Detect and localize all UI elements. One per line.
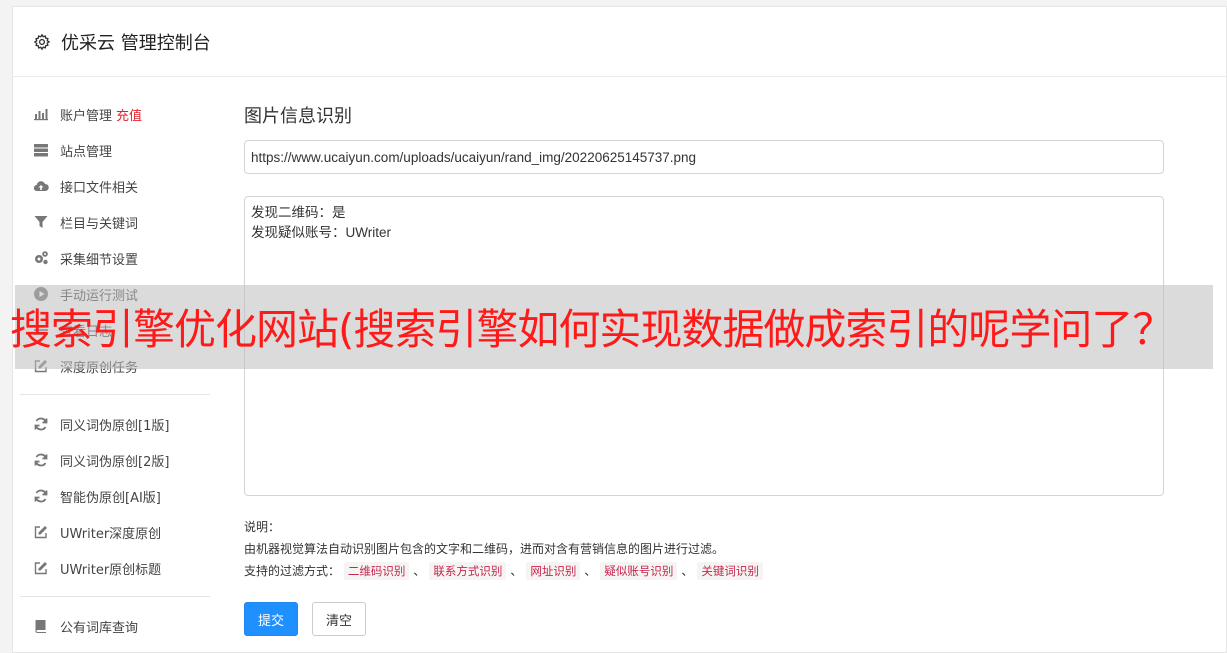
sidebar-item[interactable]: 同义词伪原创[1版] [20,406,210,442]
sidebar-item[interactable]: UWriter深度原创 [20,514,210,550]
main-content: 图片信息识别 发现二维码：是 发现疑似账号：UWriter 说明： 由机器视觉算… [244,96,1164,636]
gear-icon [33,33,51,50]
sidebar-item-label: 智能伪原创[AI版] [60,490,161,506]
sidebar-item-label: 采集细节设置 [60,252,139,268]
sidebar-item[interactable]: 智能伪原创[AI版] [20,478,210,514]
sidebar-item-label: UWriter深度原创 [60,526,162,542]
bar-chart-icon [32,106,50,122]
filter-label: 支持的过滤方式： [244,564,341,578]
sidebar-item-label: 同义词伪原创[1版] [60,418,170,434]
sidebar: 账户管理充值站点管理接口文件相关栏目与关键词采集细节设置手动运行测试查看日志深度… [20,96,210,644]
sidebar-item[interactable]: 接口文件相关 [20,168,210,204]
clear-button[interactable]: 清空 [312,602,366,636]
submit-button[interactable]: 提交 [244,602,298,636]
filter-tag: 二维码识别 [343,562,410,580]
filter-methods: 支持的过滤方式： 二维码识别、联系方式识别、网址识别、疑似账号识别、关键词识别 [244,560,763,582]
sidebar-item[interactable]: 采集细节设置 [20,240,210,276]
desc-label: 说明： [244,520,281,534]
sidebar-item[interactable]: UWriter原创标题 [20,550,210,586]
refresh-icon [32,488,50,504]
sidebar-item[interactable]: 公有词库查询 [20,608,210,644]
filter-tag: 网址识别 [526,562,581,580]
image-url-input[interactable] [244,140,1164,174]
edit-icon [32,524,50,540]
sidebar-item-label: 接口文件相关 [60,180,139,196]
sidebar-item-label: 栏目与关键词 [60,216,139,232]
tag-separator: 、 [510,564,523,578]
tag-separator: 、 [681,564,694,578]
description: 说明： 由机器视觉算法自动识别图片包含的文字和二维码，进而对含有营销信息的图片进… [244,516,763,582]
sidebar-item-label: 账户管理 [60,108,113,124]
sidebar-item[interactable]: 同义词伪原创[2版] [20,442,210,478]
filter-tag: 联系方式识别 [429,562,507,580]
sidebar-item[interactable]: 账户管理 充值 [20,96,210,132]
sidebar-item-label: UWriter原创标题 [60,562,162,578]
filter-tag: 关键词识别 [697,562,763,580]
edit-icon [32,560,50,576]
sidebar-item[interactable]: 站点管理 [20,132,210,168]
result-line: 发现二维码：是 [251,205,346,220]
sidebar-divider [20,394,210,395]
tag-separator: 、 [584,564,597,578]
overlay-title: 搜索引擎优化网站(搜索引擎如何实现数据做成索引的呢学问了？ [10,305,1174,354]
filter-icon [32,214,50,230]
server-icon [32,142,50,158]
tag-separator: 、 [413,564,426,578]
refresh-icon [32,416,50,432]
cogs-icon [32,250,50,266]
page-title: 优采云 管理控制台 [61,32,211,54]
sidebar-item[interactable]: 栏目与关键词 [20,204,210,240]
sidebar-item-label: 站点管理 [60,144,113,160]
sidebar-item-label: 同义词伪原创[2版] [60,454,170,470]
sidebar-item-label: 公有词库查询 [60,620,139,636]
filter-tag: 疑似账号识别 [600,562,678,580]
section-title: 图片信息识别 [244,106,352,127]
refresh-icon [32,452,50,468]
desc-text: 由机器视觉算法自动识别图片包含的文字和二维码，进而对含有营销信息的图片进行过滤。 [244,542,725,556]
page-header: 优采云 管理控制台 [13,7,1226,77]
book-icon [32,618,50,634]
sidebar-divider [20,596,210,597]
result-line: 发现疑似账号：UWriter [251,225,391,240]
recharge-link[interactable]: 充值 [116,105,142,124]
cloud-upload-icon [32,178,50,194]
